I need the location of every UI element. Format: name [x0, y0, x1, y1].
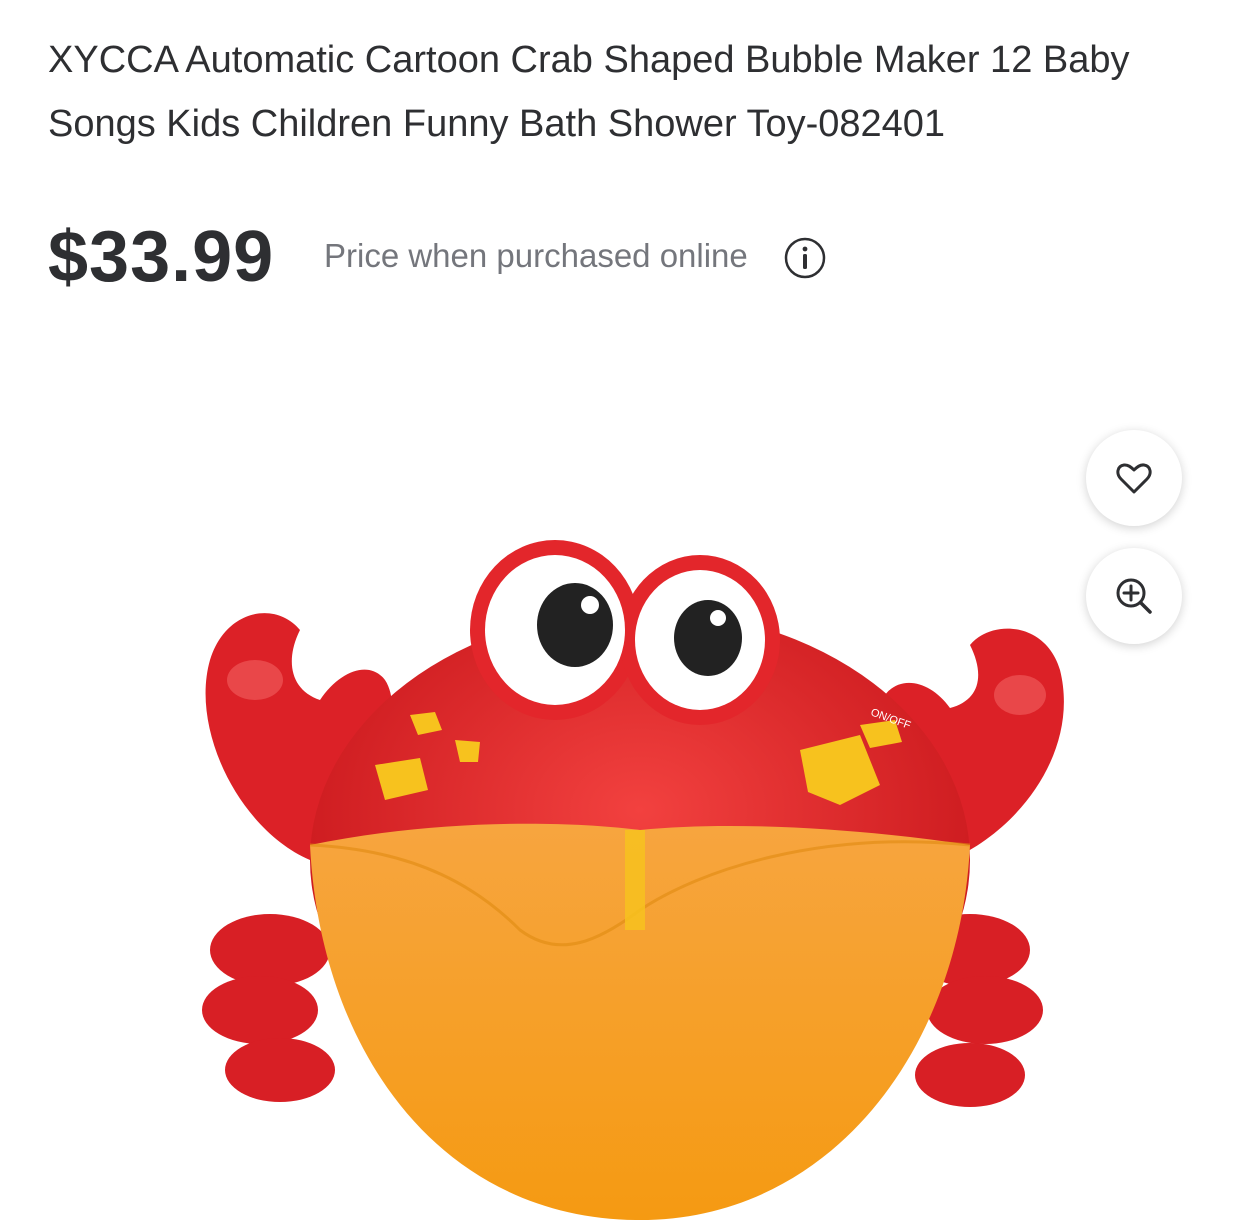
info-icon[interactable]: [783, 236, 827, 280]
price-note: Price when purchased online: [324, 237, 748, 274]
product-title: XYCCA Automatic Cartoon Crab Shaped Bubb…: [48, 39, 1130, 145]
product-price: $33.99: [48, 217, 275, 297]
zoom-button[interactable]: [1086, 548, 1182, 644]
price-row: $33.99 Price when purchased online: [48, 212, 1198, 302]
product-image[interactable]: ON/OFF: [180, 530, 1100, 1230]
heart-icon: [1116, 463, 1152, 494]
favorite-button[interactable]: [1086, 430, 1182, 526]
crab-legs-left: [202, 914, 335, 1102]
zoom-in-icon: [1116, 578, 1152, 614]
